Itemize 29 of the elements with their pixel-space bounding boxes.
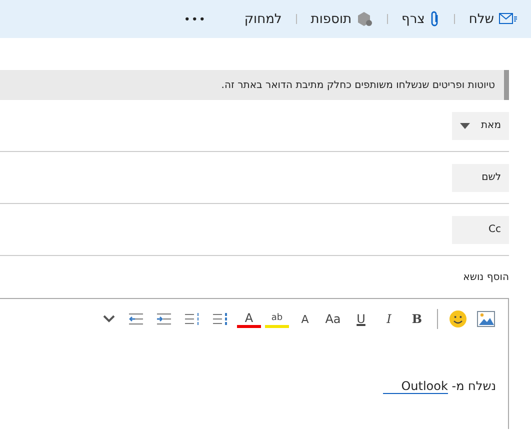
decrease-indent-icon: [157, 313, 173, 325]
numbered-list-icon: [185, 313, 201, 325]
underline-button[interactable]: U: [349, 307, 373, 331]
send-button[interactable]: שלח: [464, 12, 521, 26]
dropdown-icon: [460, 122, 470, 128]
highlight-button[interactable]: ab: [265, 310, 289, 328]
font-button[interactable]: Aa: [321, 307, 345, 331]
add-ins-button[interactable]: תוספות: [306, 11, 377, 27]
bullet-list-icon: [213, 313, 229, 325]
from-dropdown[interactable]: מאת: [452, 112, 509, 140]
recipient-button[interactable]: Cc: [452, 216, 509, 244]
subject-field[interactable]: הוסף נושא: [19, 272, 509, 283]
hexagon-icon: [356, 11, 373, 27]
info-text: טיוטות ופריטים שנשלחו משותפים כחלק מתיבת הדואר באתר זה.: [221, 80, 495, 90]
outlook-link[interactable]: Outlook: [383, 379, 448, 394]
mail-icon: [499, 13, 517, 25]
paperclip-icon: [430, 10, 440, 28]
recipient-button[interactable]: לשם: [452, 164, 509, 192]
font-color-button[interactable]: A: [237, 310, 261, 328]
font-size-button[interactable]: A: [293, 307, 317, 331]
picture-icon: [477, 311, 495, 327]
more-button[interactable]: •••: [180, 12, 210, 26]
smiley-icon: [449, 310, 467, 328]
increase-indent-icon: [129, 313, 145, 325]
attach-button[interactable]: צרף: [398, 10, 444, 28]
chevron-down-icon: [103, 315, 115, 323]
italic-button[interactable]: I: [377, 307, 401, 331]
discard-button[interactable]: למחוק: [240, 12, 286, 26]
bold-button[interactable]: B: [405, 307, 429, 331]
